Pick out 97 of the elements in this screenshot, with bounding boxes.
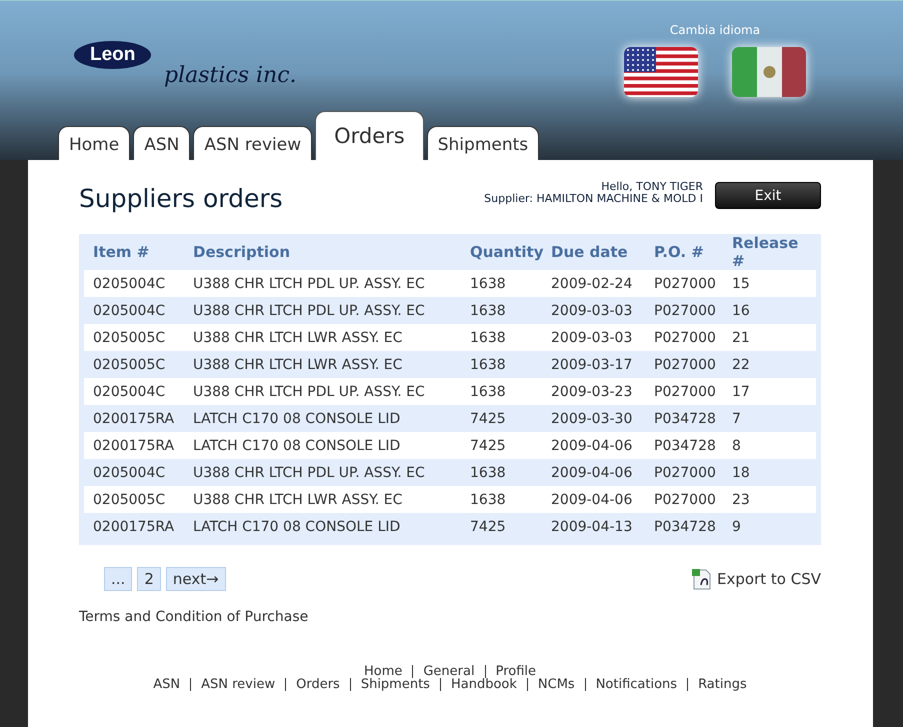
column-header[interactable]: Due date <box>551 243 654 261</box>
logo-badge: Leon <box>74 41 152 69</box>
footer-link[interactable]: Shipments <box>350 678 440 691</box>
table-cell-text: 21 <box>732 330 751 346</box>
table-cell-text: 2009-03-03 <box>551 302 634 318</box>
column-header[interactable]: Release # <box>732 234 816 270</box>
footer-link[interactable]: NCMs <box>526 678 585 691</box>
table-cell-text: 7425 <box>470 518 507 534</box>
table-cell-text: LATCH C170 08 CONSOLE LID <box>193 518 402 534</box>
table-cell-text: 0205005C <box>93 356 166 372</box>
table-cell-text: 2009-04-06 <box>551 438 634 454</box>
table-cell-text: U388 CHR LTCH PDL UP. ASSY. EC <box>193 384 426 400</box>
supplier-text: Supplier: HAMILTON MACHINE & MOLD I <box>484 193 703 205</box>
table-cell-text: 1638 <box>470 276 507 292</box>
spreadsheet-icon <box>691 568 714 590</box>
table-cell-text: 15 <box>732 276 751 292</box>
table-cell-text: 0205005C <box>93 330 166 346</box>
language-label: Cambia idioma <box>668 23 762 37</box>
table-cell-text: 1638 <box>470 384 507 400</box>
table-cell-text: P034728 <box>654 518 717 534</box>
table-cell-text: 1638 <box>470 492 507 508</box>
footer-link[interactable]: ASN <box>143 678 190 691</box>
table-cell-text: 2009-04-06 <box>551 492 634 508</box>
table-cell-text: 0205004C <box>93 464 166 480</box>
table-cell-text: 23 <box>732 492 751 508</box>
table-cell-text: 0200175RA <box>93 438 176 454</box>
table-cell-text: 2009-03-30 <box>551 410 634 426</box>
logo-text: plastics inc. <box>164 63 297 88</box>
table-cell-text: U388 CHR LTCH LWR ASSY. EC <box>193 330 404 346</box>
table-cell-text: 1638 <box>470 464 507 480</box>
table-cell-text: P027000 <box>654 330 717 346</box>
exit-button[interactable]: Exit <box>715 182 821 209</box>
footer-link[interactable]: ASN review <box>190 678 286 691</box>
page-button[interactable]: 2 <box>137 567 161 591</box>
page-button[interactable]: ... <box>104 567 132 591</box>
nav-tab[interactable]: ASN review <box>193 126 312 160</box>
table-cell-text: 2009-02-24 <box>551 276 634 292</box>
table-cell-text: P027000 <box>654 276 717 292</box>
nav-tab[interactable]: ASN <box>133 126 190 160</box>
table-cell-text: 0205004C <box>93 302 166 318</box>
table-cell-text: P034728 <box>654 438 717 454</box>
table-cell-text: 2009-04-06 <box>551 464 634 480</box>
table-cell-text: 0205004C <box>93 276 166 292</box>
table-cell-text: 2009-03-23 <box>551 384 634 400</box>
table-cell-text: P027000 <box>654 302 717 318</box>
table-cell-text: LATCH C170 08 CONSOLE LID <box>193 410 402 426</box>
table-cell-text: U388 CHR LTCH PDL UP. ASSY. EC <box>193 464 426 480</box>
table-cell-text: 7 <box>732 410 742 426</box>
footer-link[interactable]: General <box>412 665 485 678</box>
greeting-text: Hello, TONY TIGER <box>600 181 703 193</box>
table-cell-text: P034728 <box>654 410 717 426</box>
table-cell-text: P027000 <box>654 384 717 400</box>
footer-link[interactable]: Orders <box>285 678 350 691</box>
table-cell-text: 2009-04-13 <box>551 518 634 534</box>
nav-tab[interactable]: Orders <box>315 111 424 160</box>
table-cell-text: U388 CHR LTCH PDL UP. ASSY. EC <box>193 276 426 292</box>
table-cell-text: U388 CHR LTCH PDL UP. ASSY. EC <box>193 302 426 318</box>
mexico-flag-icon[interactable] <box>730 45 808 99</box>
table-cell-text: 1638 <box>470 302 507 318</box>
footer-link[interactable]: Handbook <box>440 678 527 691</box>
table-cell-text: 8 <box>732 438 742 454</box>
footer-link[interactable]: Notifications <box>584 678 688 691</box>
table-cell-text: P027000 <box>654 492 717 508</box>
nav-tab[interactable]: Home <box>58 126 130 160</box>
table-cell-text: 9 <box>732 518 742 534</box>
column-header[interactable]: Description <box>193 243 470 261</box>
table-cell-text: 16 <box>732 302 751 318</box>
table-cell-text: P027000 <box>654 464 717 480</box>
table-cell-text: 0200175RA <box>93 410 176 426</box>
table-cell-text: 18 <box>732 464 751 480</box>
table-cell-text: U388 CHR LTCH LWR ASSY. EC <box>193 356 404 372</box>
table-cell-text: 2009-03-03 <box>551 330 634 346</box>
table-cell-text: 2009-03-17 <box>551 356 634 372</box>
nav-tab[interactable]: Shipments <box>426 126 540 160</box>
export-link[interactable]: Export to CSV <box>717 570 821 588</box>
table-cell-text: 1638 <box>470 356 507 372</box>
terms-link[interactable]: Terms and Condition of Purchase <box>79 609 821 625</box>
page-title: Suppliers orders <box>79 184 283 213</box>
table-cell-text: P027000 <box>654 356 717 372</box>
column-header[interactable]: Item # <box>93 243 193 261</box>
table-cell-text: U388 CHR LTCH LWR ASSY. EC <box>193 492 404 508</box>
table-cell-text: 0205005C <box>93 492 166 508</box>
footer-link[interactable]: Ratings <box>687 678 757 691</box>
us-flag-icon[interactable] <box>622 45 700 99</box>
footer-link[interactable]: Profile <box>484 665 546 678</box>
table-cell-text: 7425 <box>470 438 507 454</box>
table-cell-text: 1638 <box>470 330 507 346</box>
footer-link[interactable]: Home <box>354 665 412 678</box>
page-button[interactable]: next→ <box>166 567 226 591</box>
column-header[interactable]: Quantity <box>470 243 551 261</box>
table-cell-text: 0200175RA <box>93 518 176 534</box>
table-cell-text: 17 <box>732 384 751 400</box>
column-header[interactable]: P.O. # <box>654 243 732 261</box>
table-cell-text: 0205004C <box>93 384 166 400</box>
table-cell-text: 22 <box>732 356 751 372</box>
table-cell-text: LATCH C170 08 CONSOLE LID <box>193 438 402 454</box>
table-cell-text: 7425 <box>470 410 507 426</box>
